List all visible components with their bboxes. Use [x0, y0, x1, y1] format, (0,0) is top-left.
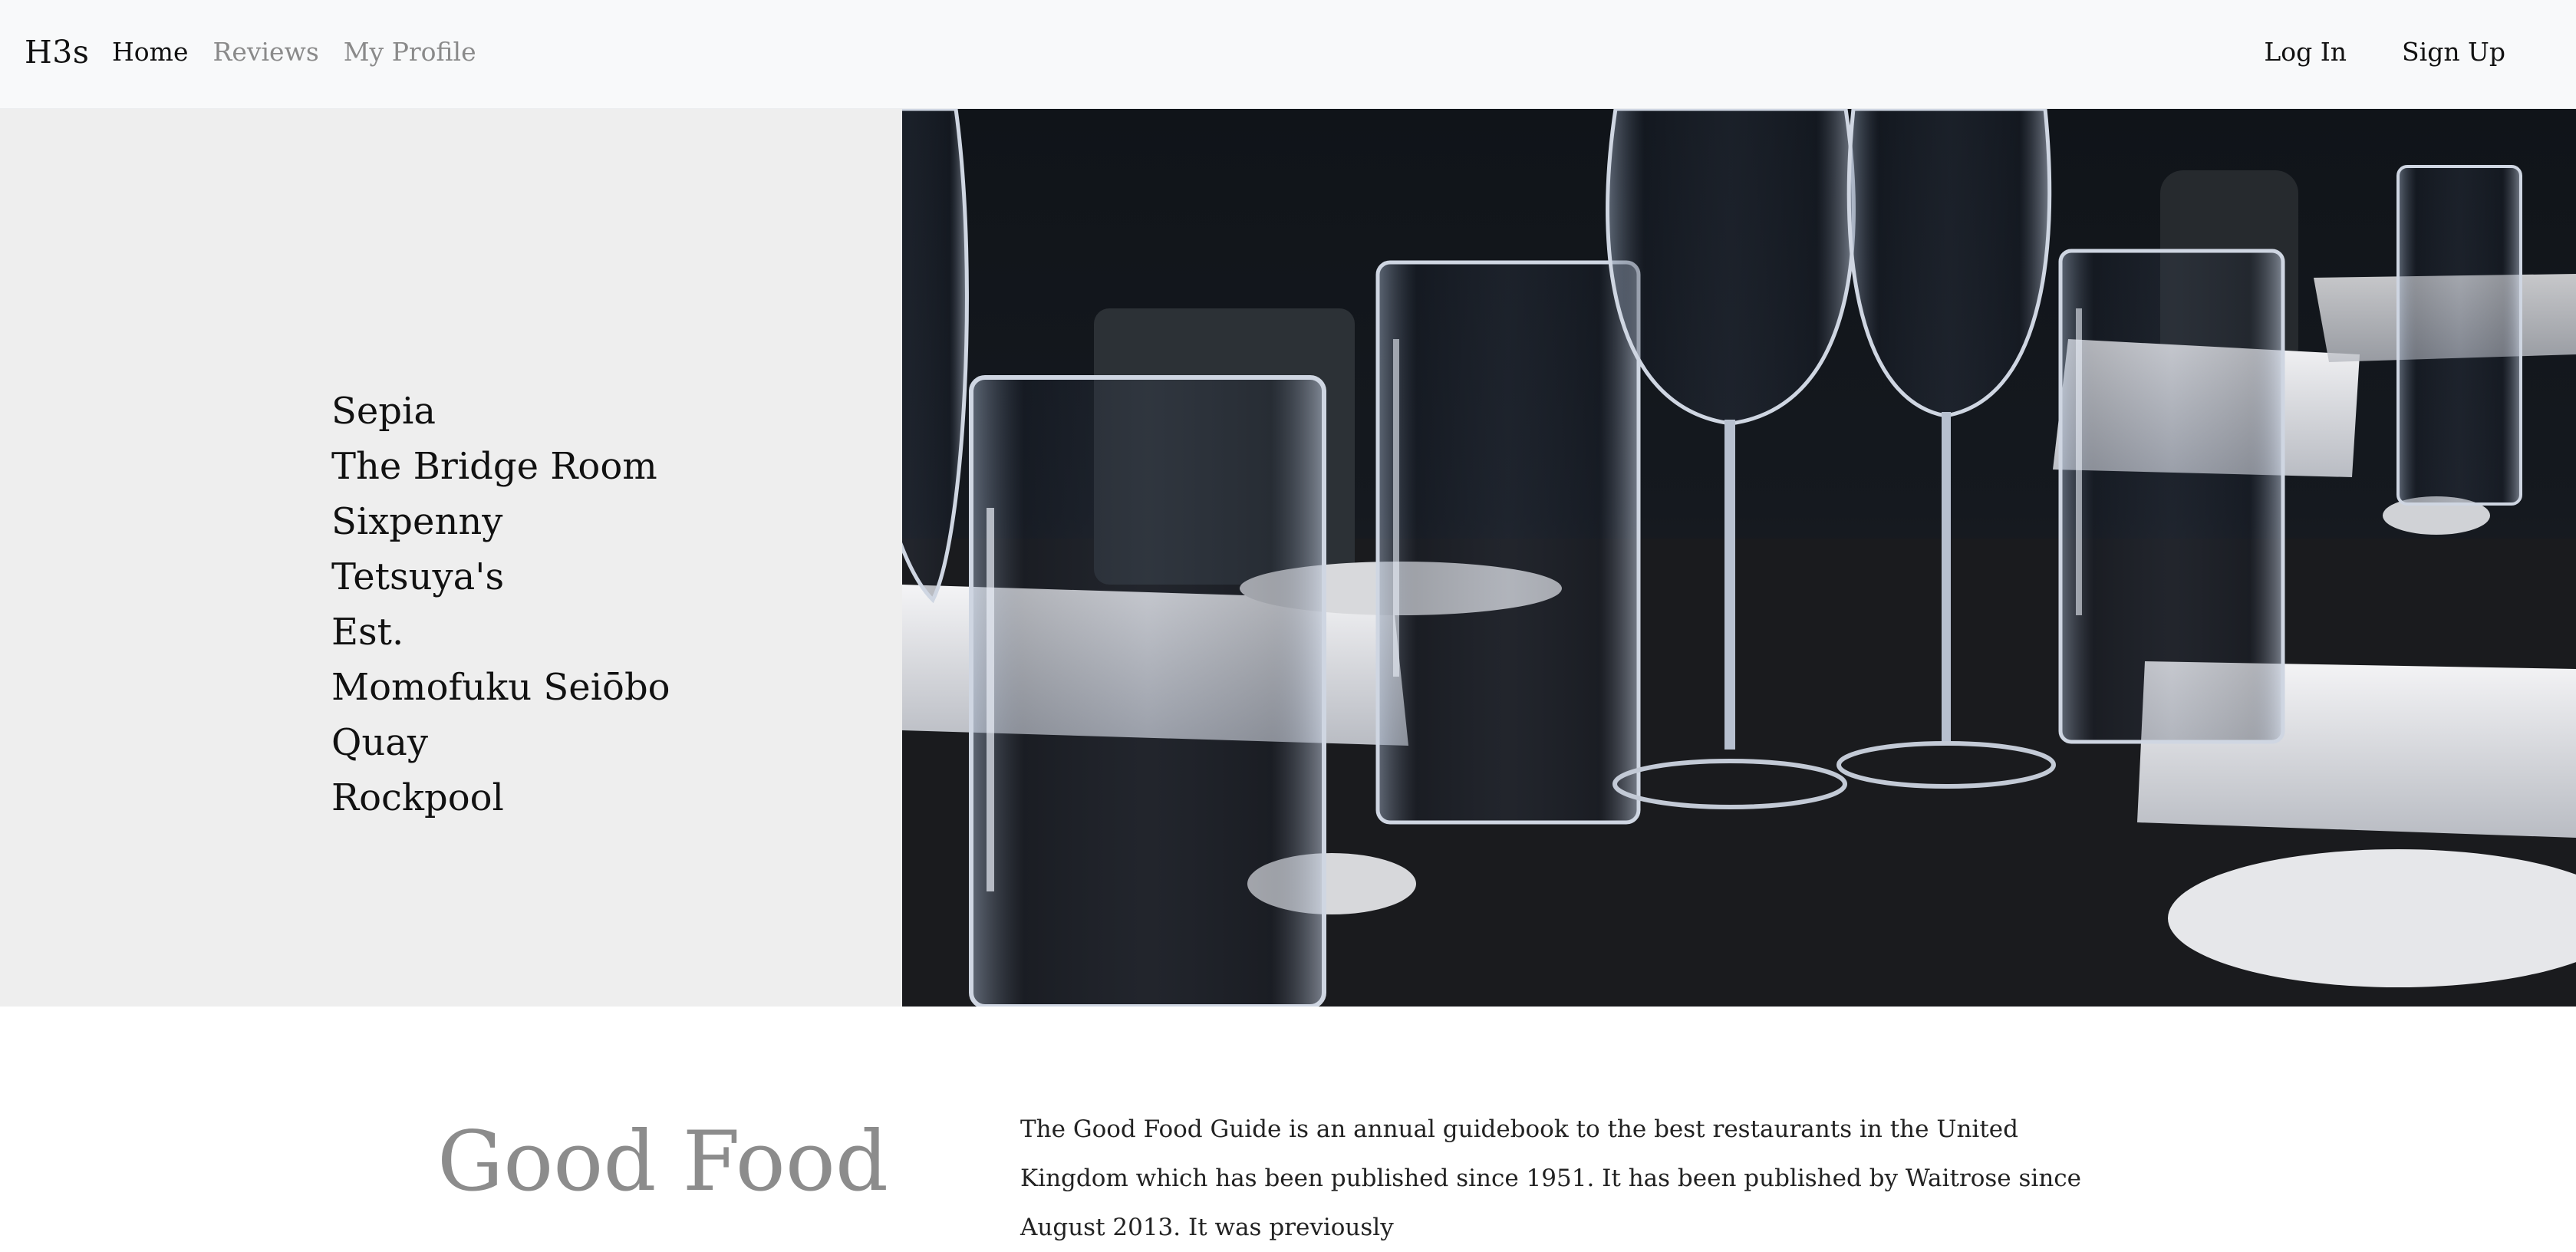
restaurant-list: Sepia The Bridge Room Sixpenny Tetsuya's…	[331, 384, 670, 825]
restaurant-item-the-bridge-room[interactable]: The Bridge Room	[331, 439, 670, 494]
restaurant-item-est[interactable]: Est.	[331, 605, 670, 660]
restaurant-item-sepia[interactable]: Sepia	[331, 384, 670, 439]
about-title: Good Food	[437, 1114, 888, 1210]
restaurant-item-tetsuyas[interactable]: Tetsuya's	[331, 549, 670, 605]
nav-links: Home Reviews My Profile	[112, 37, 476, 67]
signup-button[interactable]: Sign Up	[2402, 37, 2505, 67]
glassware-table-photo	[902, 109, 2576, 1007]
about-section: Good Food The Good Food Guide is an annu…	[0, 1007, 2576, 1241]
restaurant-item-momofuku-seiobo[interactable]: Momofuku Seiōbo	[331, 660, 670, 715]
nav-link-home[interactable]: Home	[112, 37, 188, 67]
nav-link-reviews[interactable]: Reviews	[212, 37, 318, 67]
nav-link-my-profile[interactable]: My Profile	[344, 37, 476, 67]
restaurant-item-sixpenny[interactable]: Sixpenny	[331, 494, 670, 549]
hero-image	[902, 109, 2576, 1007]
brand-logo[interactable]: H3s	[25, 34, 89, 71]
restaurant-panel: Sepia The Bridge Room Sixpenny Tetsuya's…	[0, 109, 902, 1007]
hero-section: Sepia The Bridge Room Sixpenny Tetsuya's…	[0, 109, 2576, 1007]
restaurant-item-rockpool[interactable]: Rockpool	[331, 770, 670, 825]
restaurant-item-quay[interactable]: Quay	[331, 715, 670, 770]
about-description: The Good Food Guide is an annual guidebo…	[1020, 1115, 2081, 1241]
login-button[interactable]: Log In	[2264, 37, 2347, 67]
nav-auth: Log In Sign Up	[2264, 37, 2505, 67]
navbar: H3s Home Reviews My Profile Log In Sign …	[0, 0, 2576, 109]
